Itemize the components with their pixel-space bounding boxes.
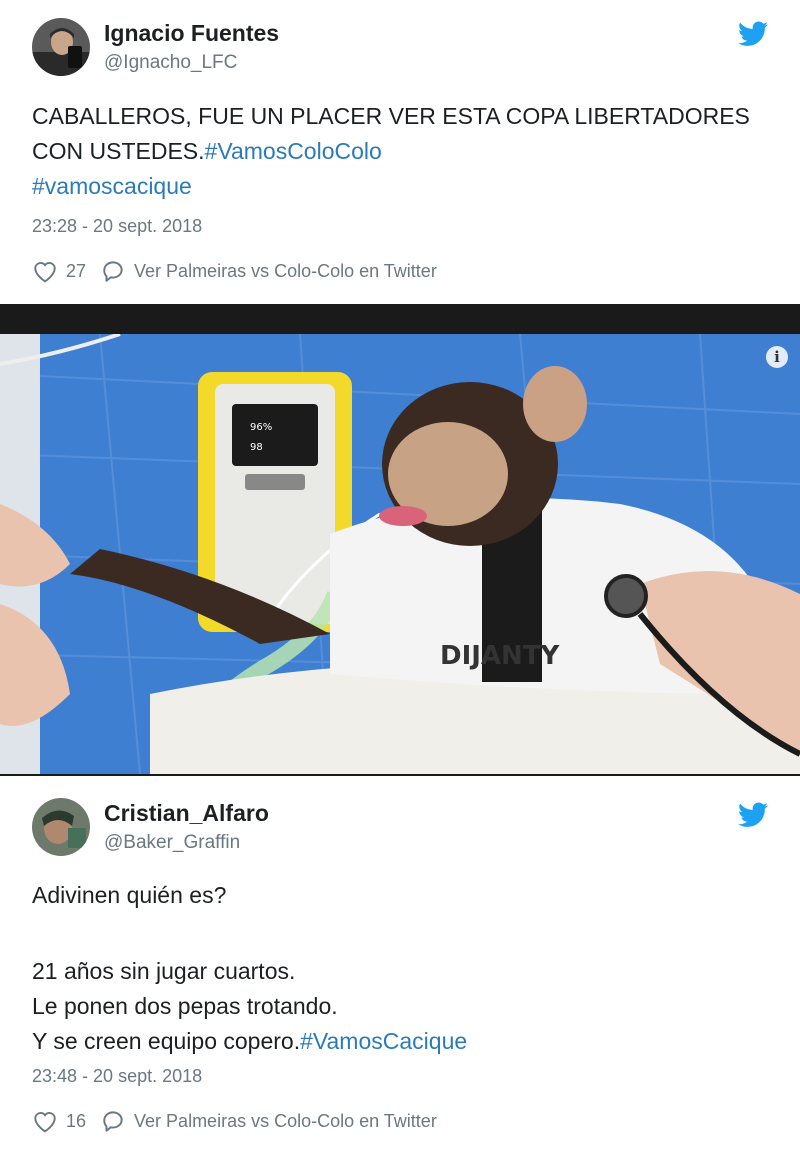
- monitor-reading-2: 98: [250, 442, 263, 453]
- tweet-body: CABALLEROS, FUE UN PLACER VER ESTA COPA …: [32, 103, 750, 164]
- meme-photo: 96% 98 DIJANTY i: [0, 334, 800, 774]
- author-name[interactable]: Cristian_Alfaro: [104, 800, 269, 827]
- heart-icon[interactable]: [32, 259, 58, 283]
- info-icon[interactable]: i: [766, 346, 788, 368]
- chimp-hospital-image: 96% 98 DIJANTY: [0, 334, 800, 774]
- reply-bubble-icon[interactable]: [100, 258, 126, 284]
- tweet-card-1: Ignacio Fuentes @Ignacho_LFC CABALLEROS,…: [0, 0, 800, 304]
- avatar[interactable]: [32, 798, 90, 856]
- hashtag-link[interactable]: #VamosColoColo: [205, 138, 382, 164]
- tweet-text: CABALLEROS, FUE UN PLACER VER ESTA COPA …: [32, 99, 772, 204]
- hashtag-link[interactable]: #vamoscacique: [32, 173, 192, 199]
- like-count: 27: [66, 260, 87, 281]
- timestamp[interactable]: 23:28 - 20 sept. 2018: [32, 216, 202, 237]
- tweet-line: 21 años sin jugar cuartos.: [32, 958, 296, 984]
- view-conversation-link[interactable]: Ver Palmeiras vs Colo-Colo en Twitter: [134, 1111, 437, 1132]
- monitor-reading-1: 96%: [250, 422, 272, 433]
- view-conversation-link[interactable]: Ver Palmeiras vs Colo-Colo en Twitter: [134, 261, 437, 282]
- avatar[interactable]: [32, 18, 90, 76]
- tweet-card-2: Cristian_Alfaro @Baker_Graffin Adivinen …: [0, 776, 800, 1157]
- tweet-line: Le ponen dos pepas trotando.: [32, 993, 338, 1019]
- action-bar: 27 Ver Palmeiras vs Colo-Colo en Twitter: [32, 258, 437, 284]
- jersey-text: DIJANTY: [440, 641, 561, 671]
- twitter-bird-icon[interactable]: [738, 21, 768, 47]
- heart-icon[interactable]: [32, 1109, 58, 1133]
- author-name[interactable]: Ignacio Fuentes: [104, 20, 279, 47]
- tweet-line: Y se creen equipo copero.: [32, 1028, 301, 1054]
- twitter-bird-icon[interactable]: [738, 802, 768, 828]
- action-bar: 16 Ver Palmeiras vs Colo-Colo en Twitter: [32, 1108, 437, 1134]
- hashtag-link[interactable]: #VamosCacique: [300, 1028, 467, 1054]
- timestamp[interactable]: 23:48 - 20 sept. 2018: [32, 1066, 202, 1087]
- tweet-text: Adivinen quién es? 21 años sin jugar cua…: [32, 878, 772, 1059]
- like-count: 16: [66, 1110, 87, 1131]
- reply-bubble-icon[interactable]: [100, 1108, 126, 1134]
- tweet-line: Adivinen quién es?: [32, 882, 227, 908]
- author-handle[interactable]: @Baker_Graffin: [104, 832, 240, 854]
- author-handle[interactable]: @Ignacho_LFC: [104, 52, 237, 74]
